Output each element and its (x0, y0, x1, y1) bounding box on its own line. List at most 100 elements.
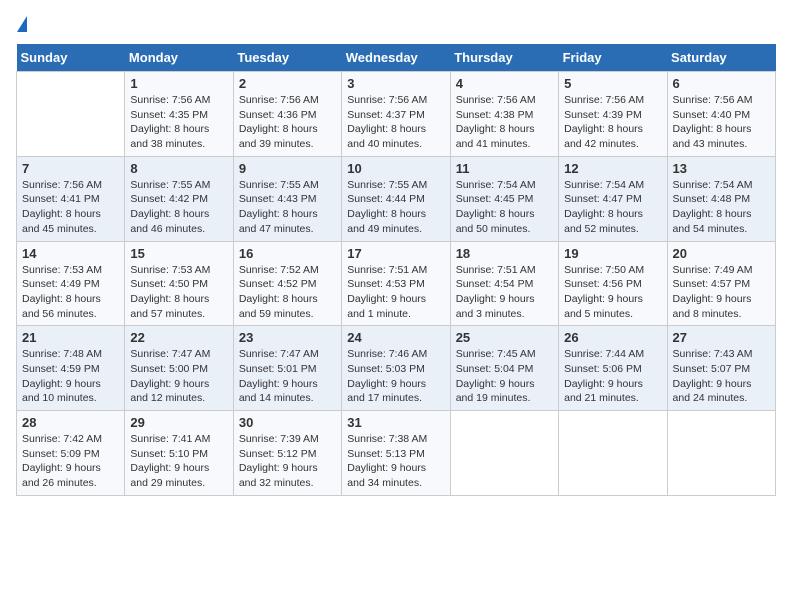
day-info: Sunrise: 7:56 AMSunset: 4:40 PMDaylight:… (673, 93, 770, 152)
col-header-friday: Friday (559, 44, 667, 72)
calendar-cell: 30Sunrise: 7:39 AMSunset: 5:12 PMDayligh… (233, 411, 341, 496)
sunrise-text: Sunrise: 7:47 AM (130, 348, 210, 360)
sunset-text: Sunset: 4:41 PM (22, 193, 100, 205)
daylight-text: Daylight: 9 hours and 32 minutes. (239, 462, 318, 489)
day-info: Sunrise: 7:55 AMSunset: 4:44 PMDaylight:… (347, 178, 444, 237)
sunset-text: Sunset: 4:50 PM (130, 278, 208, 290)
day-info: Sunrise: 7:41 AMSunset: 5:10 PMDaylight:… (130, 432, 227, 491)
sunset-text: Sunset: 4:57 PM (673, 278, 751, 290)
calendar-cell (17, 72, 125, 157)
day-info: Sunrise: 7:54 AMSunset: 4:47 PMDaylight:… (564, 178, 661, 237)
day-number: 11 (456, 161, 553, 176)
sunset-text: Sunset: 5:10 PM (130, 448, 208, 460)
sunset-text: Sunset: 4:52 PM (239, 278, 317, 290)
day-info: Sunrise: 7:51 AMSunset: 4:54 PMDaylight:… (456, 263, 553, 322)
day-number: 10 (347, 161, 444, 176)
sunset-text: Sunset: 4:43 PM (239, 193, 317, 205)
sunrise-text: Sunrise: 7:53 AM (22, 264, 102, 276)
calendar-cell (559, 411, 667, 496)
calendar-cell (667, 411, 775, 496)
day-info: Sunrise: 7:56 AMSunset: 4:35 PMDaylight:… (130, 93, 227, 152)
sunset-text: Sunset: 4:54 PM (456, 278, 534, 290)
sunrise-text: Sunrise: 7:54 AM (456, 179, 536, 191)
day-info: Sunrise: 7:53 AMSunset: 4:49 PMDaylight:… (22, 263, 119, 322)
calendar-cell: 11Sunrise: 7:54 AMSunset: 4:45 PMDayligh… (450, 156, 558, 241)
daylight-text: Daylight: 8 hours and 42 minutes. (564, 123, 643, 150)
day-number: 13 (673, 161, 770, 176)
calendar-cell: 9Sunrise: 7:55 AMSunset: 4:43 PMDaylight… (233, 156, 341, 241)
daylight-text: Daylight: 9 hours and 34 minutes. (347, 462, 426, 489)
sunrise-text: Sunrise: 7:51 AM (456, 264, 536, 276)
sunrise-text: Sunrise: 7:54 AM (564, 179, 644, 191)
logo (16, 16, 27, 34)
sunset-text: Sunset: 4:39 PM (564, 109, 642, 121)
day-number: 21 (22, 330, 119, 345)
daylight-text: Daylight: 8 hours and 38 minutes. (130, 123, 209, 150)
daylight-text: Daylight: 8 hours and 56 minutes. (22, 293, 101, 320)
col-header-saturday: Saturday (667, 44, 775, 72)
sunset-text: Sunset: 4:42 PM (130, 193, 208, 205)
day-info: Sunrise: 7:42 AM Sunset: 5:09 PM Daylight:… (22, 432, 119, 491)
daylight-text: Daylight: 8 hours and 54 minutes. (673, 208, 752, 235)
day-number: 15 (130, 246, 227, 261)
day-info: Sunrise: 7:53 AM Sunset: 4:50 PM Daylight:… (130, 263, 227, 322)
daylight-text: Daylight: 9 hours and 8 minutes. (673, 293, 752, 320)
day-info: Sunrise: 7:56 AMSunset: 4:41 PMDaylight:… (22, 178, 119, 237)
daylight-text: Daylight: 8 hours and 46 minutes. (130, 208, 209, 235)
daylight-text: Daylight: 9 hours and 10 minutes. (22, 378, 101, 405)
day-info: Sunrise: 7:45 AMSunset: 5:04 PMDaylight:… (456, 347, 553, 406)
week-row-4: 21Sunrise: 7:48 AMSunset: 4:59 PMDayligh… (17, 326, 776, 411)
sunset-text: Sunset: 4:59 PM (22, 363, 100, 375)
daylight-text: Daylight: 8 hours and 40 minutes. (347, 123, 426, 150)
sunset-text: Sunset: 4:48 PM (673, 193, 751, 205)
calendar-cell: 16 Sunrise: 7:52 AM Sunset: 4:52 PM Dayligh… (233, 241, 341, 326)
sunset-text: Sunset: 5:03 PM (347, 363, 425, 375)
sunrise-text: Sunrise: 7:49 AM (673, 264, 753, 276)
day-info: Sunrise: 7:39 AMSunset: 5:12 PMDaylight:… (239, 432, 336, 491)
day-info: Sunrise: 7:51 AMSunset: 4:53 PMDaylight:… (347, 263, 444, 322)
day-number: 8 (130, 161, 227, 176)
daylight-text: Daylight: 9 hours and 5 minutes. (564, 293, 643, 320)
sunrise-text: Sunrise: 7:53 AM (130, 264, 210, 276)
calendar-cell: 17 Sunrise: 7:51 AMSunset: 4:53 PMDayligh… (342, 241, 450, 326)
day-info: Sunrise: 7:56 AMSunset: 4:39 PMDaylight:… (564, 93, 661, 152)
sunrise-text: Sunrise: 7:54 AM (673, 179, 753, 191)
sunset-text: Sunset: 5:04 PM (456, 363, 534, 375)
calendar-cell: 14 Sunrise: 7:53 AMSunset: 4:49 PMDayligh… (17, 241, 125, 326)
day-number: 25 (456, 330, 553, 345)
daylight-text: Daylight: 8 hours and 57 minutes. (130, 293, 209, 320)
day-number: 6 (673, 76, 770, 91)
day-number: 16 (239, 246, 336, 261)
day-number: 14 (22, 246, 119, 261)
daylight-text: Daylight: 8 hours and 47 minutes. (239, 208, 318, 235)
day-info: Sunrise: 7:55 AMSunset: 4:43 PMDaylight:… (239, 178, 336, 237)
sunrise-text: Sunrise: 7:42 AM (22, 433, 102, 445)
sunset-text: Sunset: 4:38 PM (456, 109, 534, 121)
daylight-text: Daylight: 9 hours and 24 minutes. (673, 378, 752, 405)
day-info: Sunrise: 7:56 AMSunset: 4:37 PMDaylight:… (347, 93, 444, 152)
sunset-text: Sunset: 4:45 PM (456, 193, 534, 205)
day-info: Sunrise: 7:49 AM Sunset: 4:57 PM Daylight:… (673, 263, 770, 322)
daylight-text: Daylight: 9 hours and 26 minutes. (22, 462, 101, 489)
day-info: Sunrise: 7:50 AMSunset: 4:56 PMDaylight:… (564, 263, 661, 322)
day-number: 1 (130, 76, 227, 91)
daylight-text: Daylight: 9 hours and 19 minutes. (456, 378, 535, 405)
day-number: 20 (673, 246, 770, 261)
daylight-text: Daylight: 8 hours and 52 minutes. (564, 208, 643, 235)
day-number: 17 (347, 246, 444, 261)
calendar-cell: 4Sunrise: 7:56 AMSunset: 4:38 PMDaylight… (450, 72, 558, 157)
sunrise-text: Sunrise: 7:41 AM (130, 433, 210, 445)
day-info: Sunrise: 7:44 AMSunset: 5:06 PMDaylight:… (564, 347, 661, 406)
day-info: Sunrise: 7:55 AMSunset: 4:42 PMDaylight:… (130, 178, 227, 237)
sunset-text: Sunset: 5:07 PM (673, 363, 751, 375)
daylight-text: Daylight: 8 hours and 59 minutes. (239, 293, 318, 320)
day-number: 22 (130, 330, 227, 345)
sunrise-text: Sunrise: 7:46 AM (347, 348, 427, 360)
sunrise-text: Sunrise: 7:56 AM (347, 94, 427, 106)
sunset-text: Sunset: 5:13 PM (347, 448, 425, 460)
sunrise-text: Sunrise: 7:43 AM (673, 348, 753, 360)
sunrise-text: Sunrise: 7:52 AM (239, 264, 319, 276)
day-number: 19 (564, 246, 661, 261)
sunset-text: Sunset: 5:09 PM (22, 448, 100, 460)
day-number: 4 (456, 76, 553, 91)
